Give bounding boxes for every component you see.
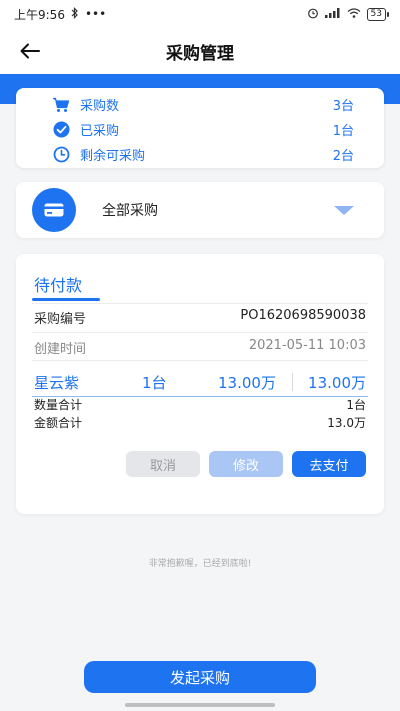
created-time-value: 2021-05-11 10:03 [248, 338, 366, 353]
product-qty: 1台 [142, 373, 167, 392]
summary-row-remaining: 剩余可采购 2台 [16, 142, 384, 167]
summary-value: 3台 [332, 99, 354, 114]
product-row: 星云紫 1台 13.00万 13.00万 [34, 370, 366, 394]
notification-dots: ••• [84, 7, 107, 21]
summary-card: 采购数 3台 已采购 1台 剩余可采购 2台 [16, 88, 384, 168]
status-time: 上午9:56 [14, 7, 65, 22]
summary-value: 2台 [332, 149, 354, 164]
page-title: 采购管理 [166, 43, 234, 64]
list-end-text: 非常抱歉喔，已经到底啦! [148, 559, 252, 569]
status-underline [32, 298, 100, 301]
cancel-button[interactable]: 取消 [126, 451, 200, 477]
app-header: 采购管理 [0, 28, 400, 74]
amount-total-value: 13.0万 [327, 416, 366, 430]
order-number-row: 采购编号 PO1620698590038 [34, 308, 366, 327]
battery-icon: 53 [366, 7, 390, 21]
order-number-value: PO1620698590038 [240, 308, 366, 323]
bluetooth-icon [71, 6, 79, 22]
chevron-down-icon[interactable] [334, 205, 354, 215]
filter-selected-label: 全部采购 [102, 203, 158, 219]
check-circle-icon [52, 121, 70, 139]
amount-total-label: 金额合计 [34, 416, 83, 430]
back-arrow-icon[interactable] [16, 37, 44, 65]
status-bar: 上午9:56 ••• 53 [0, 0, 400, 28]
card-icon [32, 188, 76, 232]
amount-total-row: 金额合计 13.0万 [34, 414, 366, 431]
divider [32, 360, 368, 361]
qty-total-row: 数量合计 1台 [34, 396, 366, 413]
order-status: 待付款 [34, 276, 83, 295]
summary-value: 1台 [332, 124, 354, 139]
summary-label: 已采购 [80, 124, 120, 139]
summary-label: 采购数 [80, 99, 120, 114]
divider [32, 303, 368, 304]
pay-button[interactable]: 去支付 [292, 451, 366, 477]
order-card: 待付款 采购编号 PO1620698590038 创建时间 2021-05-11… [16, 254, 384, 514]
divider [32, 332, 368, 333]
purchase-filter-dropdown[interactable]: 全部采购 [16, 182, 384, 238]
qty-total-value: 1台 [346, 398, 366, 412]
cart-icon [52, 96, 70, 114]
summary-row-total: 采购数 3台 [16, 92, 384, 117]
summary-row-purchased: 已采购 1台 [16, 117, 384, 142]
signal-icon [324, 7, 341, 21]
clock-icon [52, 146, 70, 164]
created-time-row: 创建时间 2021-05-11 10:03 [34, 338, 366, 357]
summary-label: 剩余可采购 [80, 149, 146, 164]
edit-button[interactable]: 修改 [209, 451, 283, 477]
order-number-label: 采购编号 [34, 312, 87, 327]
product-total: 13.00万 [308, 373, 366, 392]
product-price: 13.00万 [218, 373, 276, 392]
product-name: 星云紫 [34, 373, 80, 392]
wifi-icon [347, 7, 361, 21]
home-indicator [125, 703, 275, 707]
launch-purchase-button[interactable]: 发起采购 [84, 661, 316, 693]
alarm-icon [307, 7, 319, 22]
created-time-label: 创建时间 [34, 342, 87, 357]
qty-total-label: 数量合计 [34, 398, 83, 412]
